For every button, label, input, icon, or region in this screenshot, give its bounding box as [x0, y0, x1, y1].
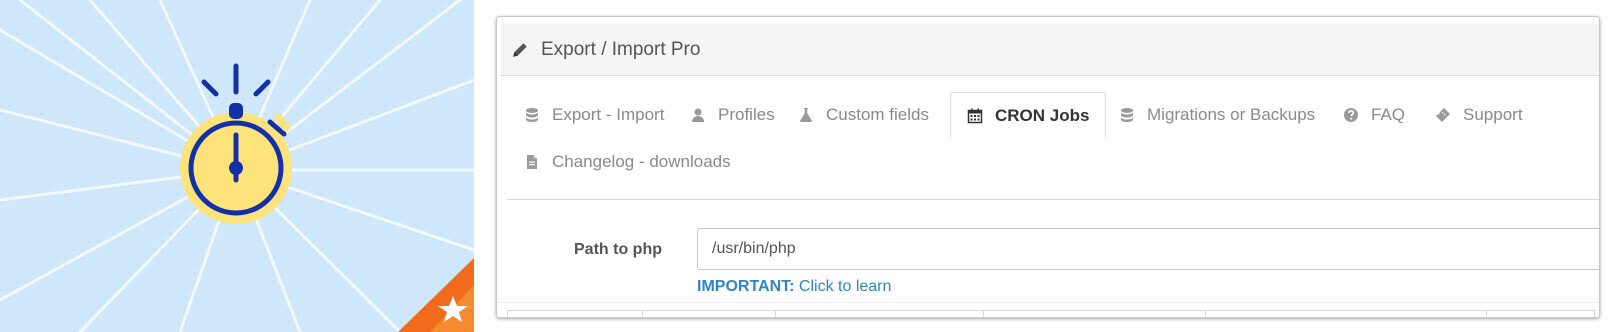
cron-jobs-table — [507, 310, 1595, 317]
tab-cron-jobs[interactable]: CRON Jobs — [950, 92, 1107, 139]
file-icon — [527, 154, 537, 169]
php-path-row: Path to php IMPORTANT: Click to learn — [497, 211, 1599, 303]
click-to-learn-link[interactable]: Click to learn — [799, 278, 891, 295]
table-column-divider — [775, 311, 776, 317]
tab-label: Support — [1463, 104, 1523, 124]
tab-label: CRON Jobs — [995, 105, 1090, 125]
tab-profiles[interactable]: Profiles — [690, 92, 775, 137]
question-circle-icon — [1344, 107, 1358, 122]
php-path-label: Path to php — [574, 241, 662, 258]
user-icon — [692, 108, 704, 122]
table-column-divider — [1205, 311, 1206, 317]
tab-changelog-downloads[interactable]: Changelog - downloads — [524, 139, 731, 184]
database-icon — [1121, 107, 1133, 122]
tab-label: Profiles — [718, 104, 775, 124]
settings-panel: Export / Import Pro Export - Import Prof… — [496, 16, 1600, 318]
database-icon — [526, 107, 538, 122]
tab-label: Migrations or Backups — [1147, 104, 1316, 124]
panel-title: Export / Import Pro — [541, 38, 701, 60]
table-column-divider — [1486, 311, 1487, 317]
ticket-icon — [1436, 107, 1450, 122]
important-label: IMPORTANT: — [697, 278, 795, 295]
promo-banner — [0, 0, 474, 332]
php-path-help: IMPORTANT: Click to learn — [697, 278, 891, 296]
tab-label: Export - Import — [552, 104, 665, 124]
banner-artwork — [0, 0, 474, 332]
tab-label: Changelog - downloads — [552, 151, 731, 171]
panel-heading: Export / Import Pro — [501, 24, 1599, 76]
tab-faq[interactable]: FAQ — [1343, 92, 1405, 137]
tab-custom-fields[interactable]: Custom fields — [798, 92, 929, 137]
table-column-divider — [642, 311, 643, 317]
tab-label: Custom fields — [826, 104, 929, 124]
flask-icon — [800, 107, 812, 122]
calendar-icon — [967, 108, 983, 123]
tab-bar: Export - Import Profiles Custom fields C… — [507, 92, 1599, 200]
table-column-divider — [983, 311, 984, 317]
tab-support[interactable]: Support — [1435, 92, 1523, 137]
pencil-icon — [513, 42, 527, 57]
tab-migrations-or-backups[interactable]: Migrations or Backups — [1119, 92, 1315, 137]
php-path-input[interactable] — [697, 228, 1599, 270]
tab-label: FAQ — [1371, 104, 1406, 124]
tab-export-import[interactable]: Export - Import — [524, 92, 664, 137]
